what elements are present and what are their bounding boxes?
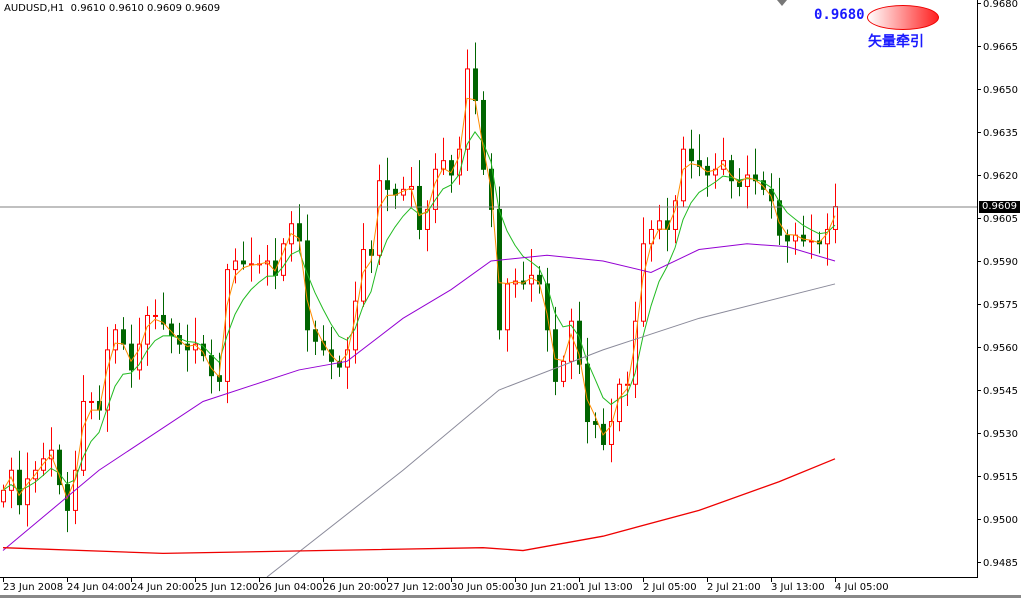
y-tick-label: 0.9545 xyxy=(983,386,1018,397)
bull-candle xyxy=(673,200,678,230)
candles xyxy=(1,42,838,533)
bull-candle xyxy=(225,269,230,382)
bear-candle xyxy=(785,234,790,242)
bear-candle xyxy=(417,185,422,230)
bull-candle xyxy=(529,274,534,285)
bull-candle xyxy=(41,458,46,471)
object-text-label[interactable]: 矢量牵引 xyxy=(868,31,924,51)
y-tick-label: 0.9500 xyxy=(983,515,1018,526)
bull-candle xyxy=(377,180,382,256)
y-tick-label: 0.9515 xyxy=(983,472,1018,483)
symbol-timeframe: AUDUSD,H1 xyxy=(4,3,65,14)
bull-candle xyxy=(233,260,238,271)
x-tick-label: 24 Jun 20:00 xyxy=(131,582,195,593)
bull-candle xyxy=(433,168,438,210)
x-tick-label: 30 Jun 05:00 xyxy=(451,582,515,593)
chart-shift-marker-icon[interactable] xyxy=(777,0,787,6)
price-axis: 0.9680 0.9665 0.9650 0.9635 0.9620 0.9605 0.95… xyxy=(977,0,1018,569)
x-tick-label: 2 Jul 21:00 xyxy=(707,582,761,593)
ma-purple-line xyxy=(2,243,836,551)
bear-candle xyxy=(121,329,126,345)
red-ellipse-object[interactable] xyxy=(867,5,939,30)
y-tick-label: 0.9530 xyxy=(983,429,1018,440)
bear-candle xyxy=(17,469,22,506)
ma-orange-line xyxy=(2,97,836,500)
bull-candle xyxy=(153,314,158,317)
bull-candle xyxy=(505,283,510,331)
time-axis: 23 Jun 2008 24 Jun 04:00 24 Jun 20:00 25 Ju… xyxy=(3,577,889,593)
y-tick-label: 0.9560 xyxy=(983,343,1018,354)
x-tick-label: 3 Jul 13:00 xyxy=(771,582,825,593)
x-tick-label: 25 Jun 12:00 xyxy=(195,582,259,593)
y-tick-label: 0.9635 xyxy=(983,128,1018,139)
current-price-label: 0.9609 xyxy=(979,201,1020,213)
ma-red-line xyxy=(2,458,836,555)
object-price-label[interactable]: 0.9680 xyxy=(814,7,865,23)
bear-candle xyxy=(185,343,190,351)
x-tick-label: 26 Jun 20:00 xyxy=(323,582,387,593)
bull-candle xyxy=(89,400,94,403)
x-tick-label: 27 Jun 12:00 xyxy=(387,582,451,593)
bear-candle xyxy=(305,240,310,331)
y-tick-label: 0.9605 xyxy=(983,214,1018,225)
y-tick-label: 0.9575 xyxy=(983,300,1018,311)
bear-candle xyxy=(473,68,478,101)
y-tick-label: 0.9680 xyxy=(983,0,1018,10)
y-tick-label: 0.9650 xyxy=(983,85,1018,96)
bear-candle xyxy=(481,99,486,170)
y-tick-label: 0.9485 xyxy=(983,558,1018,569)
bull-candle xyxy=(465,68,470,150)
bear-candle xyxy=(129,343,134,371)
bull-candle xyxy=(1,489,6,503)
x-tick-label: 4 Jul 05:00 xyxy=(835,582,889,593)
y-tick-label: 0.9620 xyxy=(983,171,1018,182)
bear-candle xyxy=(689,148,694,162)
y-tick-label: 0.9590 xyxy=(983,257,1018,268)
x-tick-label: 1 Jul 13:00 xyxy=(579,582,633,593)
bear-candle xyxy=(385,180,390,190)
bull-candle xyxy=(745,174,750,187)
bear-candle xyxy=(593,421,598,425)
x-tick-label: 26 Jun 04:00 xyxy=(259,582,323,593)
bull-candle xyxy=(105,349,110,411)
ohlc-values: 0.9610 0.9610 0.9609 0.9609 xyxy=(70,3,221,14)
bull-candle xyxy=(657,220,662,230)
price-chart[interactable]: 0.9680 0.9665 0.9650 0.9635 0.9620 0.9605 0.95… xyxy=(0,0,1021,598)
x-tick-label: 24 Jun 04:00 xyxy=(67,582,131,593)
x-tick-label: 30 Jun 21:00 xyxy=(515,582,579,593)
y-tick-label: 0.9665 xyxy=(983,42,1018,53)
x-tick-label: 2 Jul 05:00 xyxy=(643,582,697,593)
bear-candle xyxy=(241,260,246,265)
chart-title: AUDUSD,H1 0.9610 0.9610 0.9609 0.9609 xyxy=(4,3,220,14)
ma-gray-line xyxy=(266,283,836,578)
bull-candle xyxy=(49,449,54,460)
x-tick-label: 23 Jun 2008 xyxy=(3,582,63,593)
